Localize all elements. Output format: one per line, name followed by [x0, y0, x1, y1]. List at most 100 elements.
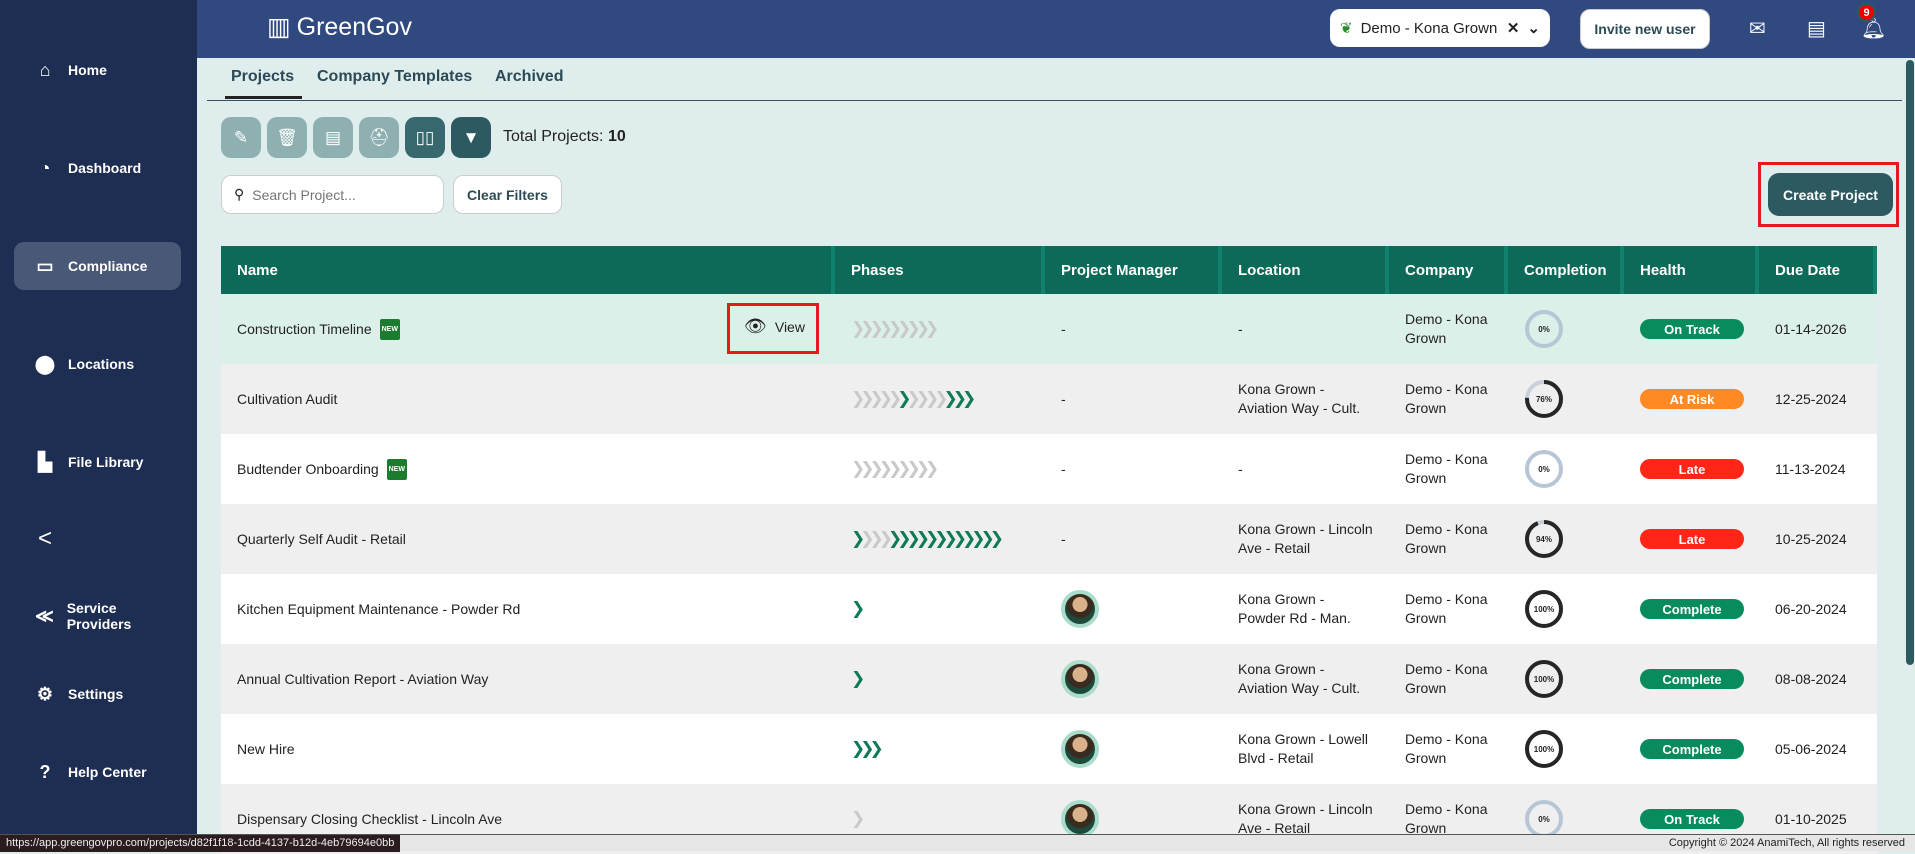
company: Demo - Kona Grown: [1405, 451, 1488, 486]
completion-cell: 100%: [1508, 714, 1624, 784]
project-name[interactable]: Kitchen Equipment Maintenance - Powder R…: [237, 600, 520, 619]
due-date: 08-08-2024: [1775, 670, 1847, 687]
due-date-cell: 08-08-2024: [1759, 644, 1877, 714]
completion-cell: 0%: [1508, 294, 1624, 364]
column-header-name[interactable]: Name: [221, 246, 835, 294]
phases-cell: ❯❯❯❯❯❯❯❯❯: [835, 294, 1045, 364]
table-row[interactable]: Quarterly Self Audit - Retail ❯❯❯❯❯❯❯❯❯❯…: [221, 504, 1877, 574]
phase-chevrons-icon: ❯: [851, 598, 865, 619]
assign-worker-button[interactable]: ⛑︎: [359, 117, 399, 158]
collapse-sidebar-button[interactable]: <: [14, 515, 181, 563]
archive-location-button[interactable]: ▤: [313, 117, 353, 158]
table-row[interactable]: Annual Cultivation Report - Aviation Way…: [221, 644, 1877, 714]
inbox-icon: ▭: [36, 255, 54, 276]
health-cell: Complete: [1624, 644, 1759, 714]
tab-archived[interactable]: Archived: [495, 68, 563, 96]
due-date-cell: 01-14-2026: [1759, 294, 1877, 364]
company: Demo - Kona Grown: [1405, 381, 1488, 416]
phases-cell: ❯❯❯❯❯❯❯❯❯❯❯❯❯❯❯❯: [835, 504, 1045, 574]
completion-ring: 100%: [1524, 589, 1564, 629]
chevron-down-icon[interactable]: ⌄: [1527, 19, 1540, 37]
project-name-cell[interactable]: Budtender Onboarding NEW: [221, 434, 835, 504]
column-header-location[interactable]: Location: [1222, 246, 1389, 294]
table-row[interactable]: Construction Timeline NEW ❯❯❯❯❯❯❯❯❯ - - D…: [221, 294, 1877, 364]
columns-button[interactable]: ▯▯: [405, 117, 445, 158]
table-row[interactable]: Budtender Onboarding NEW ❯❯❯❯❯❯❯❯❯ - - De…: [221, 434, 1877, 504]
location: Kona Grown - Lowell Blvd - Retail: [1238, 731, 1368, 766]
project-name-cell[interactable]: Cultivation Audit: [221, 364, 835, 434]
project-manager: -: [1061, 530, 1066, 547]
project-name-cell[interactable]: Kitchen Equipment Maintenance - Powder R…: [221, 574, 835, 644]
project-name[interactable]: Construction Timeline: [237, 320, 372, 339]
sidebar-item-dashboard[interactable]: ◔ Dashboard: [14, 144, 181, 192]
tab-bar: Projects Company Templates Archived: [207, 58, 1902, 101]
table-row[interactable]: New Hire ❯❯❯ Kona Grown - Lowell Blvd - …: [221, 714, 1877, 784]
search-box[interactable]: ⚲: [221, 175, 444, 214]
organization-select[interactable]: ❦ Demo - Kona Grown ✕ ⌄: [1330, 9, 1550, 47]
project-name[interactable]: Annual Cultivation Report - Aviation Way: [237, 670, 488, 689]
sidebar-item-compliance[interactable]: ▭ Compliance: [14, 242, 181, 290]
column-header-phases[interactable]: Phases: [835, 246, 1045, 294]
project-name-cell[interactable]: New Hire: [221, 714, 835, 784]
health-badge: Complete: [1640, 739, 1744, 759]
help-icon: ?: [39, 761, 51, 782]
health-badge: At Risk: [1640, 389, 1744, 409]
column-header-due-date[interactable]: Due Date: [1759, 246, 1877, 294]
delete-button[interactable]: 🗑︎: [267, 117, 307, 158]
document-icon[interactable]: ▤: [1807, 16, 1826, 41]
sidebar-item-settings[interactable]: ⚙ Settings: [14, 670, 181, 718]
trash-icon: 🗑︎: [276, 127, 298, 147]
health-cell: Late: [1624, 434, 1759, 504]
location-cell: -: [1222, 294, 1389, 364]
avatar[interactable]: [1061, 590, 1099, 628]
avatar[interactable]: [1061, 660, 1099, 698]
column-header-company[interactable]: Company: [1389, 246, 1508, 294]
project-name[interactable]: Quarterly Self Audit - Retail: [237, 530, 406, 549]
location: Kona Grown - Powder Rd - Man.: [1238, 591, 1351, 626]
new-badge: NEW: [379, 318, 400, 340]
project-name[interactable]: Dispensary Closing Checklist - Lincoln A…: [237, 810, 502, 829]
due-date: 10-25-2024: [1775, 530, 1847, 547]
health-cell: On Track: [1624, 294, 1759, 364]
tab-company-templates[interactable]: Company Templates: [317, 68, 472, 96]
sidebar-item-service-providers[interactable]: ≪ Service Providers: [14, 592, 181, 640]
sidebar-item-home[interactable]: ⌂ Home: [14, 46, 181, 94]
project-manager: -: [1061, 320, 1066, 337]
sidebar-item-file-library[interactable]: ▙ File Library: [14, 438, 181, 486]
phase-chevrons-icon: ❯: [851, 668, 865, 689]
column-header-project-manager[interactable]: Project Manager: [1045, 246, 1222, 294]
scrollbar[interactable]: [1906, 60, 1914, 665]
company-cell: Demo - Kona Grown: [1389, 434, 1508, 504]
clear-icon[interactable]: ✕: [1507, 19, 1520, 37]
clear-filters-button[interactable]: Clear Filters: [453, 175, 562, 214]
project-name-cell[interactable]: Quarterly Self Audit - Retail: [221, 504, 835, 574]
completion-label: 100%: [1533, 744, 1555, 754]
project-name[interactable]: New Hire: [237, 740, 295, 759]
home-icon: ⌂: [39, 59, 51, 80]
invite-user-button[interactable]: Invite new user: [1580, 9, 1710, 49]
phases-cell: ❯❯❯❯❯❯❯❯❯❯❯❯❯: [835, 364, 1045, 434]
due-date: 12-25-2024: [1775, 390, 1847, 407]
project-name[interactable]: Cultivation Audit: [237, 390, 337, 409]
sidebar-item-locations[interactable]: ⬤ Locations: [14, 340, 181, 388]
table-row[interactable]: Kitchen Equipment Maintenance - Powder R…: [221, 574, 1877, 644]
tab-projects[interactable]: Projects: [225, 68, 303, 99]
mail-icon[interactable]: ✉: [1749, 16, 1766, 41]
column-header-health[interactable]: Health: [1624, 246, 1759, 294]
avatar[interactable]: [1061, 730, 1099, 768]
sidebar-item-label: Locations: [68, 356, 135, 372]
brand-logo[interactable]: ▥ GreenGov: [267, 12, 412, 42]
filter-button[interactable]: ▼: [451, 117, 491, 158]
project-name-cell[interactable]: Annual Cultivation Report - Aviation Way: [221, 644, 835, 714]
column-header-completion[interactable]: Completion: [1508, 246, 1624, 294]
avatar[interactable]: [1061, 800, 1099, 838]
health-cell: Complete: [1624, 574, 1759, 644]
phase-chevrons-icon: ❯: [851, 808, 865, 829]
table-row[interactable]: Cultivation Audit ❯❯❯❯❯❯❯❯❯❯❯❯❯ - Kona G…: [221, 364, 1877, 434]
sidebar-item-label: Settings: [68, 686, 124, 702]
search-input[interactable]: [252, 186, 423, 203]
completion-label: 76%: [1535, 394, 1552, 404]
sidebar-item-help-center[interactable]: ? Help Center: [14, 748, 181, 796]
edit-button[interactable]: ✎: [221, 117, 261, 158]
project-name[interactable]: Budtender Onboarding: [237, 460, 379, 479]
